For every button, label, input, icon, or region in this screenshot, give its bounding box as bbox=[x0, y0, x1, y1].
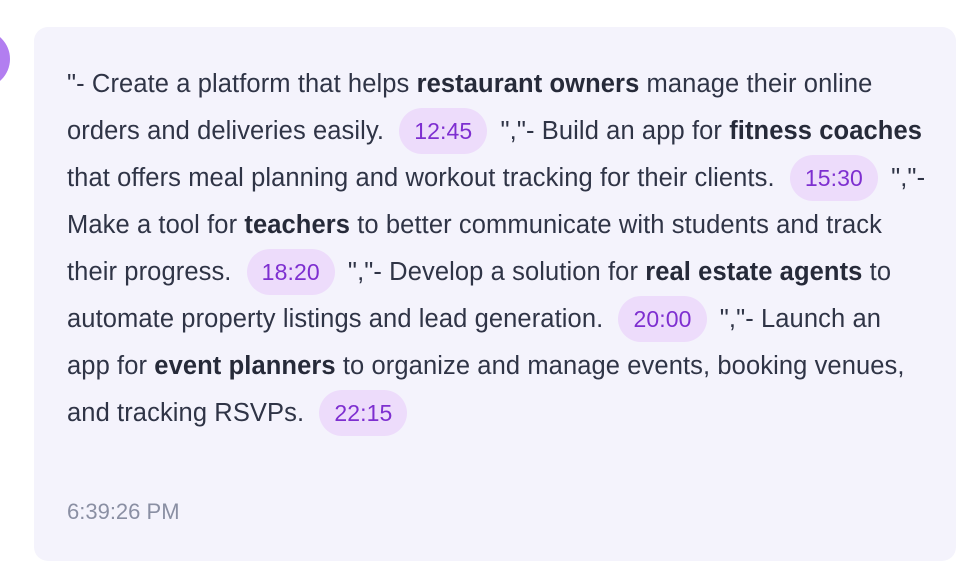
timestamp-chip[interactable]: 22:15 bbox=[319, 390, 408, 436]
highlight-bold: restaurant owners bbox=[416, 70, 640, 98]
timestamp-chip[interactable]: 18:20 bbox=[246, 249, 335, 295]
message-timestamp: 6:39:26 PM bbox=[67, 499, 180, 524]
message-segment: that offers meal planning and workout tr… bbox=[67, 164, 782, 192]
message-bubble: "- Create a platform that helps restaura… bbox=[34, 27, 956, 561]
highlight-bold: event planners bbox=[154, 352, 336, 380]
timestamp-chip[interactable]: 20:00 bbox=[618, 296, 707, 342]
highlight-bold: fitness coaches bbox=[729, 117, 923, 145]
message-segment: "- Create a platform that helps bbox=[67, 70, 417, 98]
timestamp-chip[interactable]: 12:45 bbox=[399, 108, 488, 154]
avatar bbox=[0, 30, 10, 88]
highlight-bold: real estate agents bbox=[645, 258, 863, 286]
message-text: "- Create a platform that helps restaura… bbox=[67, 61, 927, 437]
timestamp-chip[interactable]: 15:30 bbox=[789, 155, 878, 201]
highlight-bold: teachers bbox=[244, 211, 351, 239]
message-segment: ","- Build an app for bbox=[493, 117, 730, 145]
message-segment: ","- Develop a solution for bbox=[340, 258, 646, 286]
